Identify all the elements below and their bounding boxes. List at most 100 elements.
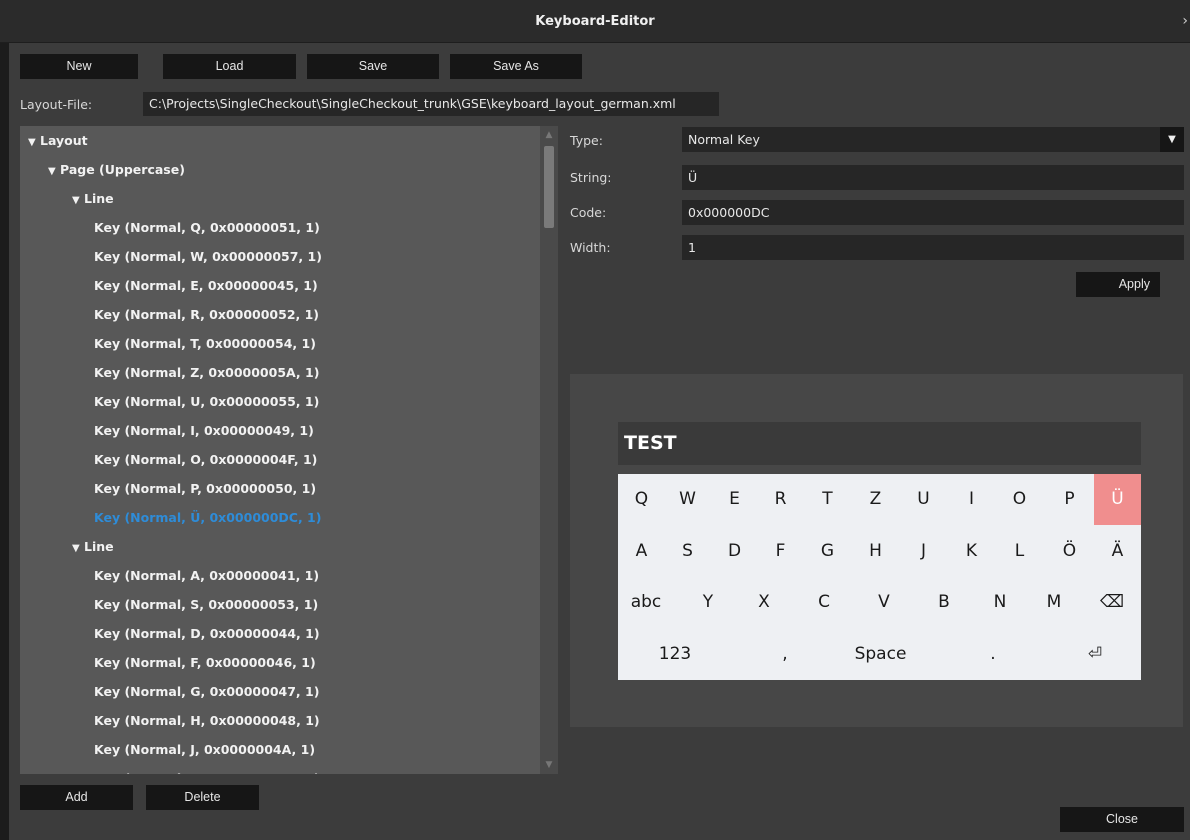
window-close-icon[interactable]: ›: [1182, 0, 1188, 43]
tree-item[interactable]: Key (Normal, D, 0x00000044, 1): [94, 621, 320, 647]
close-button[interactable]: Close: [1060, 807, 1184, 832]
key-1-7[interactable]: K: [948, 526, 995, 577]
code-label: Code:: [570, 205, 607, 220]
key-0-4[interactable]: T: [804, 474, 851, 525]
key-2-3[interactable]: C: [796, 577, 852, 628]
tree-item-label: Key (Normal, Ü, 0x000000DC, 1): [94, 510, 322, 525]
key-3-4[interactable]: ⏎: [1050, 629, 1140, 680]
tree-item[interactable]: Key (Normal, S, 0x00000053, 1): [94, 592, 318, 618]
tree-item[interactable]: Key (Normal, W, 0x00000057, 1): [94, 244, 322, 270]
tree-item[interactable]: Key (Normal, R, 0x00000052, 1): [94, 302, 319, 328]
key-1-6[interactable]: J: [900, 526, 947, 577]
key-0-0[interactable]: Q: [618, 474, 665, 525]
delete-button[interactable]: Delete: [146, 785, 259, 810]
key-2-0[interactable]: abc: [618, 577, 674, 628]
tree-item-label: Key (Normal, H, 0x00000048, 1): [94, 713, 320, 728]
key-2-4[interactable]: V: [856, 577, 912, 628]
tree-item-label: Key (Normal, J, 0x0000004A, 1): [94, 742, 316, 757]
tree-item[interactable]: Key (Normal, I, 0x00000049, 1): [94, 418, 314, 444]
tree-item-label: Layout: [40, 133, 88, 148]
type-value: Normal Key: [688, 132, 760, 147]
key-2-2[interactable]: X: [736, 577, 792, 628]
key-3-3[interactable]: .: [948, 629, 1038, 680]
chevron-down-icon[interactable]: ▼: [1160, 127, 1184, 152]
key-1-1[interactable]: S: [664, 526, 711, 577]
layout-tree[interactable]: ▼ Layout ▼ Page (Uppercase) ▼ Line Key (Normal…: [20, 126, 558, 774]
key-1-9[interactable]: Ö: [1046, 526, 1093, 577]
tree-item[interactable]: Key (Normal, H, 0x00000048, 1): [94, 708, 320, 734]
key-1-4[interactable]: G: [804, 526, 851, 577]
key-2-8[interactable]: ⌫: [1084, 577, 1140, 628]
tree-item[interactable]: Key (Normal, J, 0x0000004A, 1): [94, 737, 315, 763]
expand-arrow-icon[interactable]: ▼: [72, 536, 84, 562]
apply-button[interactable]: Apply: [1076, 272, 1160, 297]
layout-file-field[interactable]: C:\Projects\SingleCheckout\SingleCheckou…: [143, 92, 719, 116]
scroll-down-icon[interactable]: ▼: [540, 756, 558, 774]
key-1-8[interactable]: L: [996, 526, 1043, 577]
tree-node[interactable]: ▼ Line: [72, 186, 114, 212]
key-0-8[interactable]: O: [996, 474, 1043, 525]
expand-arrow-icon[interactable]: ▼: [28, 130, 40, 156]
preview-input[interactable]: TEST: [618, 422, 1141, 465]
tree-item-label: Key (Normal, U, 0x00000055, 1): [94, 394, 320, 409]
key-2-7[interactable]: M: [1026, 577, 1082, 628]
window-title: Keyboard-Editor: [535, 14, 655, 29]
tree-item-label: Key (Normal, W, 0x00000057, 1): [94, 249, 322, 264]
tree-node[interactable]: ▼ Layout: [28, 128, 88, 154]
tree-item[interactable]: Key (Normal, F, 0x00000046, 1): [94, 650, 316, 676]
tree-item-label: Key (Normal, Q, 0x00000051, 1): [94, 220, 320, 235]
scroll-up-icon[interactable]: ▲: [540, 126, 558, 144]
tree-node[interactable]: ▼ Line: [72, 534, 114, 560]
add-button[interactable]: Add: [20, 785, 133, 810]
key-0-6[interactable]: U: [900, 474, 947, 525]
key-2-6[interactable]: N: [972, 577, 1028, 628]
tree-item[interactable]: Key (Normal, U, 0x00000055, 1): [94, 389, 319, 415]
key-1-5[interactable]: H: [852, 526, 899, 577]
tree-scrollbar[interactable]: ▲ ▼: [540, 126, 558, 774]
key-2-1[interactable]: Y: [680, 577, 736, 628]
code-field[interactable]: 0x000000DC: [682, 200, 1184, 225]
key-1-3[interactable]: F: [757, 526, 804, 577]
tree-item[interactable]: Key (Normal, E, 0x00000045, 1): [94, 273, 318, 299]
load-button[interactable]: Load: [163, 54, 296, 79]
expand-arrow-icon[interactable]: ▼: [48, 159, 60, 185]
tree-item[interactable]: Key (Normal, Z, 0x0000005A, 1): [94, 360, 319, 386]
save-as-button[interactable]: Save As: [450, 54, 582, 79]
key-0-2[interactable]: E: [711, 474, 758, 525]
tree-item[interactable]: Key (Normal, T, 0x00000054, 1): [94, 331, 316, 357]
tree-item-label: Page (Uppercase): [60, 162, 185, 177]
tree-item[interactable]: Key (Normal, A, 0x00000041, 1): [94, 563, 319, 589]
key-0-3[interactable]: R: [757, 474, 804, 525]
string-field[interactable]: Ü: [682, 165, 1184, 190]
key-2-5[interactable]: B: [916, 577, 972, 628]
title-bar: Keyboard-Editor ›: [0, 0, 1190, 43]
tree-node[interactable]: ▼ Page (Uppercase): [48, 157, 185, 183]
key-0-7[interactable]: I: [948, 474, 995, 525]
key-0-5[interactable]: Z: [852, 474, 899, 525]
key-3-1[interactable]: ,: [740, 629, 830, 680]
tree-item-label: Key (Normal, R, 0x00000052, 1): [94, 307, 320, 322]
key-0-9[interactable]: P: [1046, 474, 1093, 525]
key-0-1[interactable]: W: [664, 474, 711, 525]
key-1-0[interactable]: A: [618, 526, 665, 577]
tree-item[interactable]: Key (Normal, O, 0x0000004F, 1): [94, 447, 317, 473]
tree-item[interactable]: Key (Normal, P, 0x00000050, 1): [94, 476, 316, 502]
tree-item-label: Key (Normal, S, 0x00000053, 1): [94, 597, 319, 612]
key-1-2[interactable]: D: [711, 526, 758, 577]
tree-item[interactable]: Key (Normal, Q, 0x00000051, 1): [94, 215, 320, 241]
width-field[interactable]: 1: [682, 235, 1184, 260]
scroll-thumb[interactable]: [544, 146, 554, 228]
expand-arrow-icon[interactable]: ▼: [72, 188, 84, 214]
tree-item-label: Key (Normal, K, 0x0000004B, 1): [94, 771, 320, 774]
tree-item[interactable]: Key (Normal, Ü, 0x000000DC, 1): [94, 505, 321, 531]
key-1-10[interactable]: Ä: [1094, 526, 1141, 577]
tree-item[interactable]: Key (Normal, G, 0x00000047, 1): [94, 679, 319, 705]
save-button[interactable]: Save: [307, 54, 439, 79]
tree-item[interactable]: Key (Normal, K, 0x0000004B, 1): [94, 766, 320, 774]
key-3-2[interactable]: Space: [828, 629, 933, 680]
key-0-10[interactable]: Ü: [1094, 474, 1141, 525]
key-3-0[interactable]: 123: [630, 629, 720, 680]
type-dropdown[interactable]: Normal Key ▼: [682, 127, 1184, 152]
tree-item-label: Key (Normal, A, 0x00000041, 1): [94, 568, 320, 583]
new-button[interactable]: New: [20, 54, 138, 79]
